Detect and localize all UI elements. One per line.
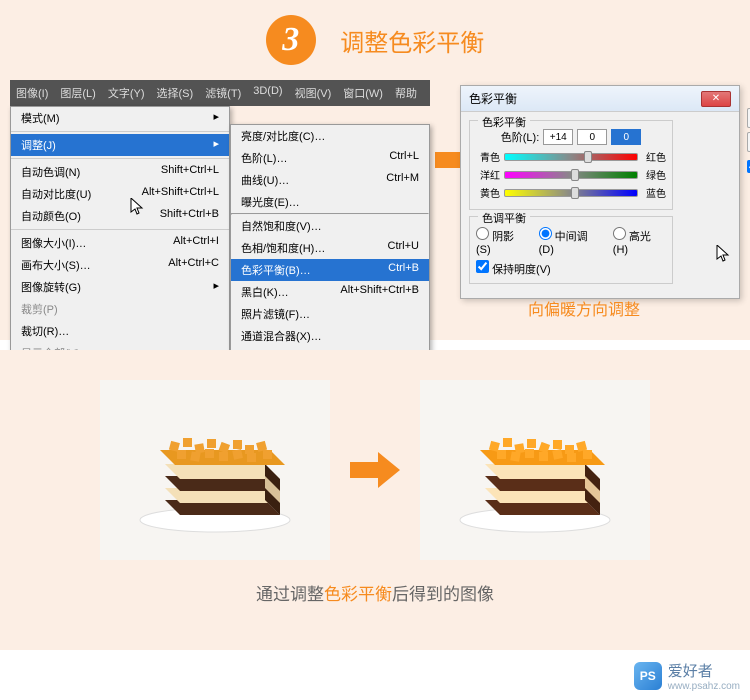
auto-color[interactable]: 自动颜色(O)Shift+Ctrl+B <box>11 205 229 227</box>
auto-contrast[interactable]: 自动对比度(U)Alt+Shift+Ctrl+L <box>11 183 229 205</box>
auto-tone[interactable]: 自动色调(N)Shift+Ctrl+L <box>11 161 229 183</box>
result-caption: 通过调整色彩平衡后得到的图像 <box>0 580 750 605</box>
levels[interactable]: 色阶(L)…Ctrl+L <box>231 147 429 169</box>
image-size[interactable]: 图像大小(I)…Alt+Ctrl+I <box>11 232 229 254</box>
step-title: 调整色彩平衡 <box>340 23 484 58</box>
menu-select[interactable]: 选择(S) <box>151 83 200 103</box>
curves[interactable]: 曲线(U)…Ctrl+M <box>231 169 429 191</box>
blue-label: 蓝色 <box>642 185 666 200</box>
menu-help[interactable]: 帮助 <box>389 83 423 103</box>
preserve-luminosity[interactable]: 保持明度(V) <box>476 264 551 276</box>
color-balance-legend: 色彩平衡 <box>478 114 530 130</box>
ps-logo-icon: PS <box>634 662 662 690</box>
yellow-label: 黄色 <box>476 185 500 200</box>
cake-after <box>420 380 650 560</box>
caption-warm: 向偏暖方向调整 <box>528 296 640 320</box>
cake-before <box>100 380 330 560</box>
exposure[interactable]: 曝光度(E)… <box>231 191 429 213</box>
slider-mg[interactable] <box>504 171 638 179</box>
menu-layer[interactable]: 图层(L) <box>54 83 101 103</box>
canvas-size[interactable]: 画布大小(S)…Alt+Ctrl+C <box>11 254 229 276</box>
slider-cr[interactable] <box>504 153 638 161</box>
midtones-radio[interactable]: 中间调(D) <box>539 227 603 256</box>
black-white[interactable]: 黑白(K)…Alt+Shift+Ctrl+B <box>231 281 429 303</box>
tone-legend: 色调平衡 <box>478 210 530 226</box>
menu-window[interactable]: 窗口(W) <box>337 83 389 103</box>
color-balance[interactable]: 色彩平衡(B)…Ctrl+B <box>231 259 429 281</box>
red-label: 红色 <box>642 149 666 164</box>
menu-image[interactable]: 图像(I) <box>10 83 54 103</box>
green-label: 绿色 <box>642 167 666 182</box>
step-badge: 3 <box>266 15 316 65</box>
menu-filter[interactable]: 滤镜(T) <box>199 83 247 103</box>
level-3[interactable] <box>611 129 641 145</box>
color-balance-dialog: 色彩平衡 ✕ 色彩平衡 色阶(L): 青色 红色 洋红 绿色 黄色 蓝色 色调平衡 阴… <box>460 85 740 299</box>
arrow-icon-2 <box>350 450 400 490</box>
magenta-label: 洋红 <box>476 167 500 182</box>
menu-view[interactable]: 视图(V) <box>289 83 338 103</box>
level-1[interactable] <box>543 129 573 145</box>
dialog-title-text: 色彩平衡 <box>469 90 517 107</box>
hue-saturation[interactable]: 色相/饱和度(H)…Ctrl+U <box>231 237 429 259</box>
level-2[interactable] <box>577 129 607 145</box>
levels-label: 色阶(L): <box>501 129 540 145</box>
menu-text[interactable]: 文字(Y) <box>102 83 151 103</box>
watermark: PS 爱好者 www.psahz.com <box>634 660 740 692</box>
adjust-submenu: 亮度/对比度(C)… 色阶(L)…Ctrl+L 曲线(U)…Ctrl+M 曝光度… <box>230 124 430 370</box>
mode-item[interactable]: 模式(M)▸ <box>11 107 229 129</box>
channel-mixer[interactable]: 通道混合器(X)… <box>231 325 429 347</box>
close-icon[interactable]: ✕ <box>701 91 731 107</box>
brightness-contrast[interactable]: 亮度/对比度(C)… <box>231 125 429 147</box>
watermark-text: 爱好者 <box>668 660 740 681</box>
menu-3d[interactable]: 3D(D) <box>247 83 288 103</box>
adjust-item[interactable]: 调整(J)▸ <box>11 134 229 156</box>
menubar: 图像(I) 图层(L) 文字(Y) 选择(S) 滤镜(T) 3D(D) 视图(V… <box>10 80 430 106</box>
shadows-radio[interactable]: 阴影(S) <box>476 227 529 256</box>
highlights-radio[interactable]: 高光(H) <box>613 227 666 256</box>
slider-yb[interactable] <box>504 189 638 197</box>
watermark-url: www.psahz.com <box>668 681 740 692</box>
image-rotate[interactable]: 图像旋转(G)▸ <box>11 276 229 298</box>
trim[interactable]: 裁切(R)… <box>11 320 229 342</box>
vibrance[interactable]: 自然饱和度(V)… <box>231 215 429 237</box>
image-submenu: 模式(M)▸ 调整(J)▸ 自动色调(N)Shift+Ctrl+L 自动对比度(… <box>10 106 230 370</box>
crop: 裁剪(P) <box>11 298 229 320</box>
cyan-label: 青色 <box>476 149 500 164</box>
photo-filter[interactable]: 照片滤镜(F)… <box>231 303 429 325</box>
